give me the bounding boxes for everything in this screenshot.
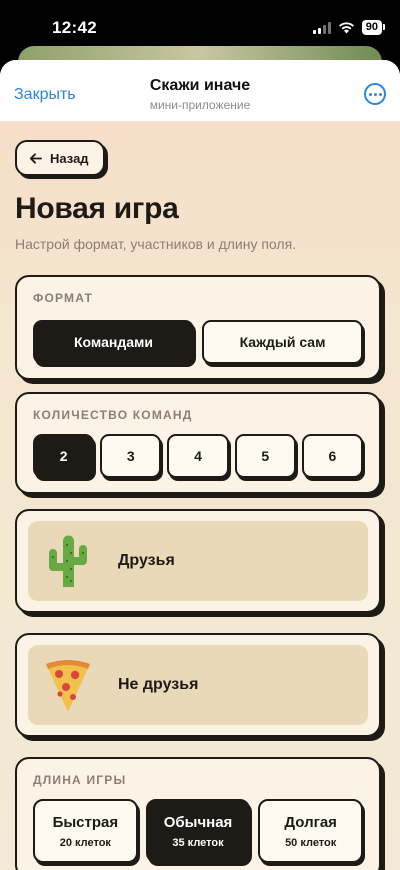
team-count-option-5[interactable]: 5 bbox=[234, 434, 296, 478]
team-count-option-4[interactable]: 4 bbox=[167, 434, 229, 478]
arrow-left-icon bbox=[29, 152, 42, 164]
mini-app-header: Закрыть Скажи иначе мини-приложение bbox=[0, 60, 400, 122]
back-button-label: Назад bbox=[50, 150, 89, 166]
app-subtitle: мини-приложение bbox=[149, 98, 251, 112]
length-option-cells: 35 клеток bbox=[172, 836, 224, 849]
length-option-title: Обычная bbox=[163, 813, 233, 831]
cactus-icon bbox=[40, 530, 96, 592]
team-count-option-2[interactable]: 2 bbox=[33, 434, 95, 478]
status-icons: 90 bbox=[312, 20, 386, 35]
length-option-title: Долгая bbox=[284, 813, 337, 831]
team-name-2: Не друзья bbox=[118, 676, 199, 693]
team-tile-2: Не друзья bbox=[28, 645, 368, 725]
wifi-icon bbox=[338, 22, 354, 34]
team-card-2[interactable]: Не друзья bbox=[15, 633, 381, 737]
length-option-cells: 50 клеток bbox=[285, 836, 337, 849]
cellular-signal-icon bbox=[312, 21, 331, 34]
length-option-quick[interactable]: Быстрая 20 клеток bbox=[33, 799, 138, 863]
length-option-normal[interactable]: Обычная 35 клеток bbox=[145, 799, 251, 863]
team-count-option-3[interactable]: 3 bbox=[100, 434, 162, 478]
format-option-teams[interactable]: Командами bbox=[33, 320, 194, 364]
status-time: 12:42 bbox=[52, 18, 97, 37]
more-options-button[interactable] bbox=[364, 83, 386, 105]
format-option-solo[interactable]: Каждый сам bbox=[202, 320, 363, 364]
team-count-label: КОЛИЧЕСТВО КОМАНД bbox=[33, 408, 193, 422]
team-card-1[interactable]: Друзья bbox=[15, 509, 381, 613]
page-content: Назад Новая игра Настрой формат, участни… bbox=[0, 122, 400, 870]
team-count-card: КОЛИЧЕСТВО КОМАНД 2 3 4 5 6 bbox=[15, 392, 381, 494]
game-length-card: ДЛИНА ИГРЫ Быстрая 20 клеток Обычная 35 … bbox=[15, 757, 381, 870]
team-tile-1: Друзья bbox=[28, 521, 368, 601]
length-option-long[interactable]: Долгая 50 клеток bbox=[258, 799, 364, 863]
back-button[interactable]: Назад bbox=[15, 140, 105, 176]
page-subtitle: Настрой формат, участников и длину поля. bbox=[15, 236, 297, 252]
header-titles: Скажи иначе мини-приложение bbox=[0, 77, 400, 112]
pizza-icon bbox=[40, 654, 96, 716]
battery-indicator: 90 bbox=[361, 20, 386, 35]
format-card: ФОРМАТ Командами Каждый сам bbox=[15, 275, 381, 380]
game-length-options: Быстрая 20 клеток Обычная 35 клеток Долг… bbox=[33, 799, 364, 863]
mini-app-sheet: Закрыть Скажи иначе мини-приложение Наза… bbox=[0, 60, 400, 870]
app-title: Скажи иначе bbox=[149, 77, 251, 94]
page-title: Новая игра bbox=[15, 192, 179, 225]
team-name-1: Друзья bbox=[118, 552, 175, 569]
game-length-label: ДЛИНА ИГРЫ bbox=[33, 773, 127, 787]
length-option-cells: 20 клеток bbox=[59, 836, 111, 849]
more-dots-icon bbox=[368, 92, 372, 96]
format-options: Командами Каждый сам bbox=[33, 320, 363, 364]
team-count-options: 2 3 4 5 6 bbox=[33, 434, 364, 478]
length-option-title: Быстрая bbox=[52, 813, 119, 831]
team-count-option-6[interactable]: 6 bbox=[301, 434, 364, 478]
format-label: ФОРМАТ bbox=[33, 291, 94, 305]
